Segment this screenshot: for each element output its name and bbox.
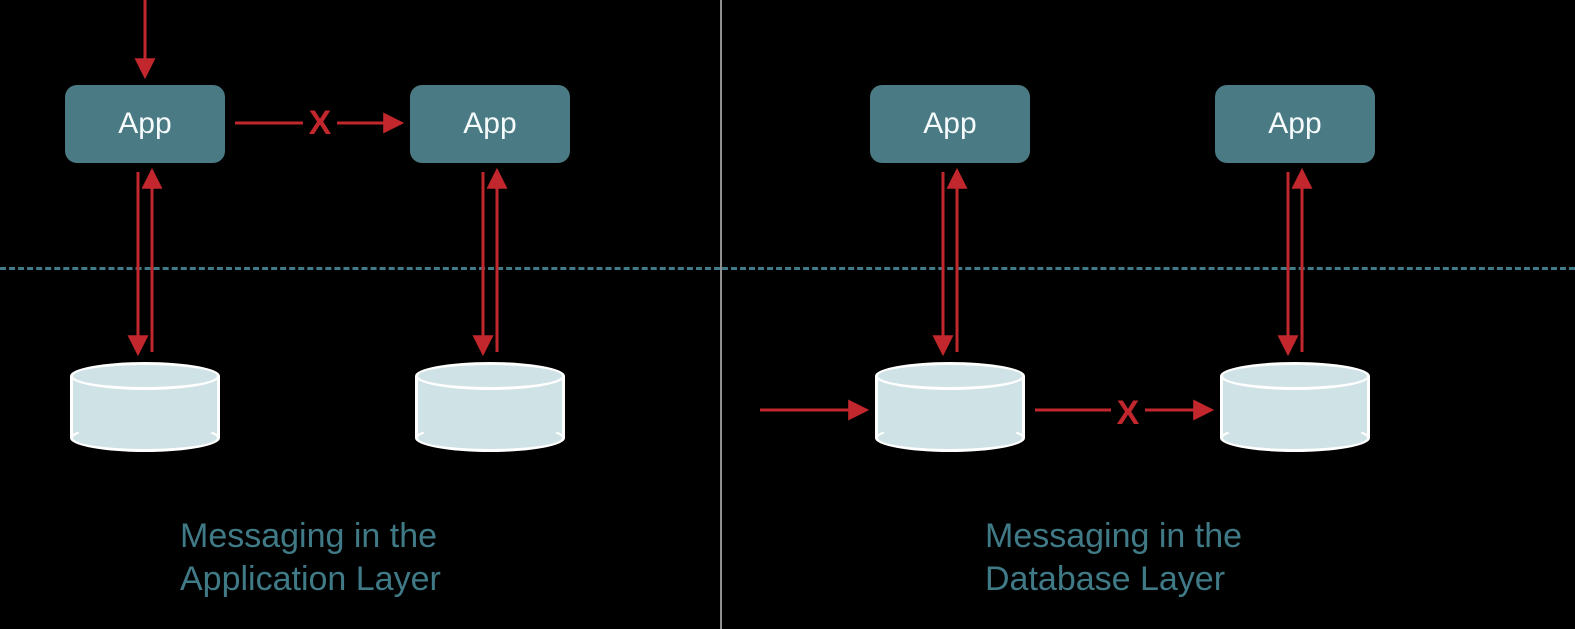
right-db-2 (1220, 362, 1370, 452)
left-db-1 (70, 362, 220, 452)
right-db-1 (875, 362, 1025, 452)
right-x-mark: X (1117, 396, 1140, 430)
right-app-box-1: App (870, 85, 1030, 163)
left-caption: Messaging in the Application Layer (180, 515, 441, 600)
right-app-box-2: App (1215, 85, 1375, 163)
layer-divider-left (0, 267, 720, 270)
diagram-root: App App App App Messaging in the Applica… (0, 0, 1575, 629)
left-app-box-1: App (65, 85, 225, 163)
panel-divider (720, 0, 722, 629)
layer-divider-right (722, 267, 1575, 270)
right-caption: Messaging in the Database Layer (985, 515, 1242, 600)
left-x-mark: X (309, 106, 332, 140)
left-app-box-2: App (410, 85, 570, 163)
left-db-2 (415, 362, 565, 452)
